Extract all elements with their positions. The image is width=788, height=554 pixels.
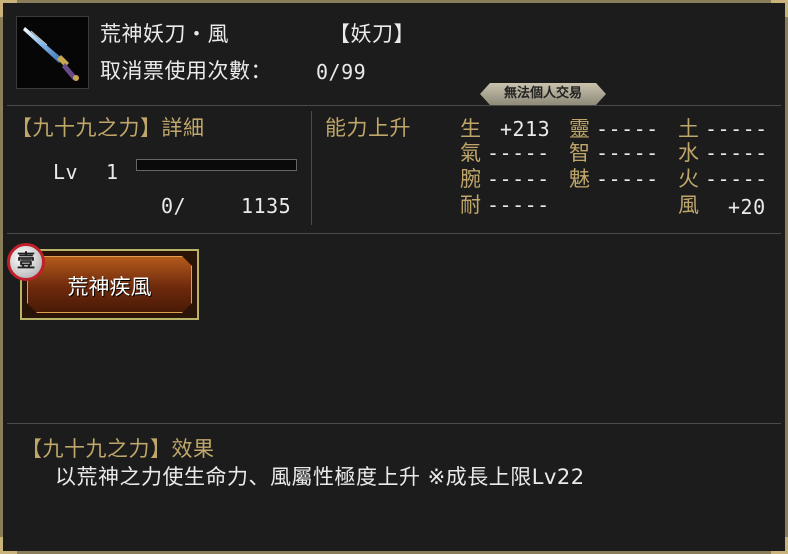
lv-label: Lv [53,160,79,184]
stat-name: 土 [678,117,700,141]
stat-value: ----- [705,167,768,191]
skill-label: 荒神疾風 [67,275,152,299]
stat-value: +20 [728,195,766,219]
no-trade-badge: 無法個人交易 [480,83,606,105]
ticket-label: 取消票使用次數： [100,59,272,83]
frame-corner [0,537,17,554]
stat-name: 腕 [460,167,482,191]
stat-name: 魅 [569,167,591,191]
ticket-count: 0/99 [316,60,367,84]
stat-value: ----- [596,117,659,141]
effect-title: 【九十九之力】效果 [21,437,215,461]
frame-corner [0,0,17,17]
stat-value: ----- [705,117,768,141]
stat-value: +213 [500,117,551,141]
stat-name: 氣 [460,141,482,165]
skill-button[interactable]: 荒神疾風 [20,249,199,320]
exp-max: 1135 [241,194,292,218]
detail-title: 【九十九之力】詳細 [11,116,205,140]
stat-value: ----- [705,141,768,165]
divider [7,105,781,106]
stat-value: ----- [596,167,659,191]
stat-value: ----- [487,141,550,165]
stat-name: 生 [460,117,482,141]
item-icon [16,16,89,89]
item-name: 荒神妖刀・風 [100,22,229,46]
stat-value: ----- [487,167,550,191]
stat-name: 靈 [569,117,591,141]
item-tooltip-panel: 荒神妖刀・風 【妖刀】 取消票使用次數： 0/99 無法個人交易 【九十九之力】… [0,0,788,554]
stat-value: ----- [596,141,659,165]
stats-title: 能力上升 [325,116,411,140]
stat-name: 耐 [460,193,482,217]
stat-name: 火 [678,167,700,191]
lv-value: 1 [106,160,119,184]
item-category: 【妖刀】 [329,22,415,46]
stat-name: 水 [678,141,700,165]
sword-icon [23,27,79,81]
effect-text: 以荒神之力使生命力、風屬性極度上升 ※成長上限Lv22 [55,465,585,489]
divider-vertical [311,111,312,225]
frame-corner [771,537,788,554]
divider [7,233,781,234]
stat-name: 風 [678,193,700,217]
divider [7,423,781,424]
exp-progress-bar [136,159,297,171]
rank-badge: 壹 [7,243,45,281]
stat-name: 智 [569,141,591,165]
frame-corner [771,0,788,17]
exp-current: 0/ [161,194,187,218]
stat-value: ----- [487,193,550,217]
